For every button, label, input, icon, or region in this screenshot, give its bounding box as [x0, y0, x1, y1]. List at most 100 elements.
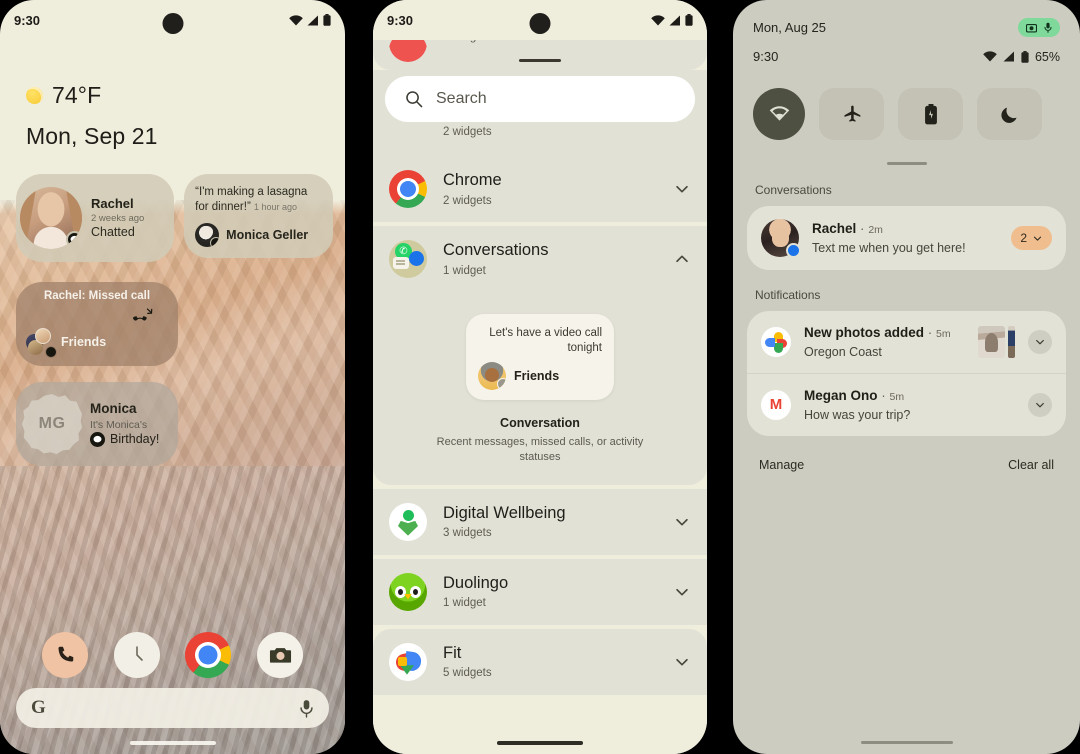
signal-icon — [1003, 51, 1014, 62]
preview-message: Let's have a video call tonight — [489, 327, 602, 354]
partial-widget-row-top[interactable]: 1 widget — [373, 40, 707, 70]
weather-widget[interactable]: 74°F Mon, Sep 21 — [0, 40, 345, 150]
shade-time: 9:30 — [753, 49, 779, 64]
partial-widget-count: 1 widget — [443, 40, 486, 43]
notification-body: Oregon Coast — [804, 344, 882, 359]
conversation-widget-monica[interactable]: MG Monica It's Monica's Birthday! — [16, 382, 178, 466]
search-icon — [406, 91, 423, 108]
notification-title: Megan Ono — [804, 387, 878, 403]
notification-rachel[interactable]: Rachel · 2m Text me when you get here! 2 — [747, 206, 1066, 270]
signal-icon — [307, 15, 318, 25]
widget-count: 2 widgets — [443, 194, 492, 207]
widget-group-chrome[interactable]: Chrome 2 widgets — [373, 156, 707, 222]
chevron-down-icon[interactable] — [673, 583, 691, 601]
widget-group-digital-wellbeing[interactable]: Digital Wellbeing 3 widgets — [373, 488, 707, 555]
phone-icon[interactable] — [41, 632, 88, 678]
dnd-tile[interactable] — [977, 88, 1042, 140]
presence-dot-icon — [215, 223, 220, 227]
widget-group-fit[interactable]: Fit 5 widgets — [373, 628, 707, 695]
wifi-tile[interactable] — [753, 88, 805, 140]
widget-preview-card[interactable]: Let's have a video call tonight Friends — [466, 314, 614, 400]
status-time: 9:30 — [387, 12, 414, 28]
widget-picker-panel: 9:30 1 widget 2 widgets Search — [373, 0, 707, 754]
count-value: 2 — [1020, 231, 1027, 245]
widget-label: Conversation — [500, 415, 580, 430]
contact-name: Rachel — [91, 195, 134, 211]
chevron-down-icon — [1036, 402, 1044, 408]
group-avatar — [26, 328, 57, 358]
separator: · — [860, 221, 865, 237]
expand-button[interactable] — [1028, 392, 1052, 417]
battery-percent: 65% — [1034, 49, 1060, 64]
wifi-icon — [289, 14, 303, 25]
sheet-drag-handle[interactable] — [519, 59, 561, 62]
navigation-pill[interactable] — [860, 741, 953, 744]
photo-thumbnail-2[interactable] — [1008, 325, 1015, 358]
missed-call-widget[interactable]: Rachel: Missed call Friends — [16, 282, 178, 366]
chevron-up-icon[interactable] — [673, 250, 691, 268]
expand-button[interactable] — [1028, 329, 1052, 354]
clock-icon[interactable] — [113, 632, 160, 678]
widget-group-conversations-header[interactable]: ✆ Conversations 1 widget — [373, 226, 707, 292]
signal-icon — [669, 15, 680, 25]
sun-icon — [26, 87, 43, 104]
widget-description: Recent messages, missed calls, or activi… — [436, 435, 644, 463]
battery-icon — [323, 14, 331, 26]
notification-title: Rachel — [812, 221, 857, 237]
widget-group-conversations: ✆ Conversations 1 widget Let's have a vi… — [373, 226, 707, 485]
notification-count-badge[interactable]: 2 — [1011, 226, 1052, 250]
airplane-tile[interactable] — [819, 88, 884, 140]
mic-icon[interactable] — [299, 699, 314, 718]
google-search-bar[interactable]: G — [16, 688, 329, 728]
messages-badge-icon — [66, 231, 82, 248]
widget-count: 1 widget — [443, 264, 486, 277]
manage-button[interactable]: Manage — [759, 458, 804, 472]
chevron-down-icon[interactable] — [673, 653, 691, 671]
moon-icon — [1001, 107, 1017, 123]
camera-cutout — [529, 13, 551, 34]
notification-title-row: Megan Ono · 5m — [804, 387, 1015, 405]
separator: · — [881, 387, 886, 403]
widget-count: 3 widgets — [443, 527, 492, 540]
missed-call-icon — [132, 308, 154, 329]
battery-icon — [924, 103, 937, 124]
widget-list-scroll[interactable]: 1 widget 2 widgets Search Chrome 2 widge… — [373, 40, 707, 754]
notification-megan-ono[interactable]: M Megan Ono · 5m How was your trip? — [747, 372, 1066, 436]
photo-thumbnail-1[interactable] — [978, 325, 1005, 358]
notification-body: Text me when you get here! — [812, 240, 966, 255]
search-input[interactable]: Search — [385, 76, 695, 122]
navigation-pill[interactable] — [129, 741, 216, 745]
chevron-down-icon[interactable] — [673, 180, 691, 198]
status-bar: 9:30 — [373, 0, 707, 40]
battery-saver-tile[interactable] — [898, 88, 963, 140]
rachel-avatar — [20, 187, 82, 249]
widget-group-duolingo[interactable]: Duolingo 1 widget — [373, 558, 707, 625]
wifi-icon — [769, 106, 789, 121]
messages-app-badge — [786, 243, 801, 258]
chrome-icon[interactable] — [185, 632, 232, 678]
conversation-widget-monica-geller[interactable]: “I'm making a lasagna for dinner!” 1 hou… — [184, 174, 333, 258]
navigation-pill[interactable] — [497, 741, 583, 745]
chevron-down-icon — [1033, 236, 1042, 241]
notification-thumbnails[interactable] — [978, 325, 1015, 358]
clear-all-button[interactable]: Clear all — [1008, 458, 1054, 472]
quick-settings-tiles — [733, 64, 1080, 140]
duolingo-icon — [389, 572, 427, 611]
privacy-indicator-chip[interactable] — [1018, 18, 1060, 37]
camera-icon[interactable] — [257, 632, 304, 678]
conversation-widget-rachel[interactable]: Rachel 2 weeks ago Chatted — [16, 174, 175, 262]
missed-call-title: Rachel: Missed call — [43, 290, 151, 302]
chevron-down-icon[interactable] — [673, 513, 691, 531]
widget-count: 5 widgets — [443, 667, 492, 680]
wifi-icon — [983, 51, 997, 62]
monica-geller-avatar — [195, 223, 220, 248]
notification-photos[interactable]: New photos added · 5m Oregon Coast — [747, 311, 1066, 373]
separator: · — [927, 325, 933, 340]
conversations-icon: ✆ — [389, 240, 427, 278]
preview-avatar — [478, 361, 506, 390]
mic-icon — [1044, 22, 1052, 33]
wifi-icon — [651, 14, 665, 25]
weather-temperature: 74°F — [52, 82, 102, 108]
google-photos-icon — [761, 326, 791, 357]
notification-title-row: New photos added · 5m — [804, 324, 965, 342]
